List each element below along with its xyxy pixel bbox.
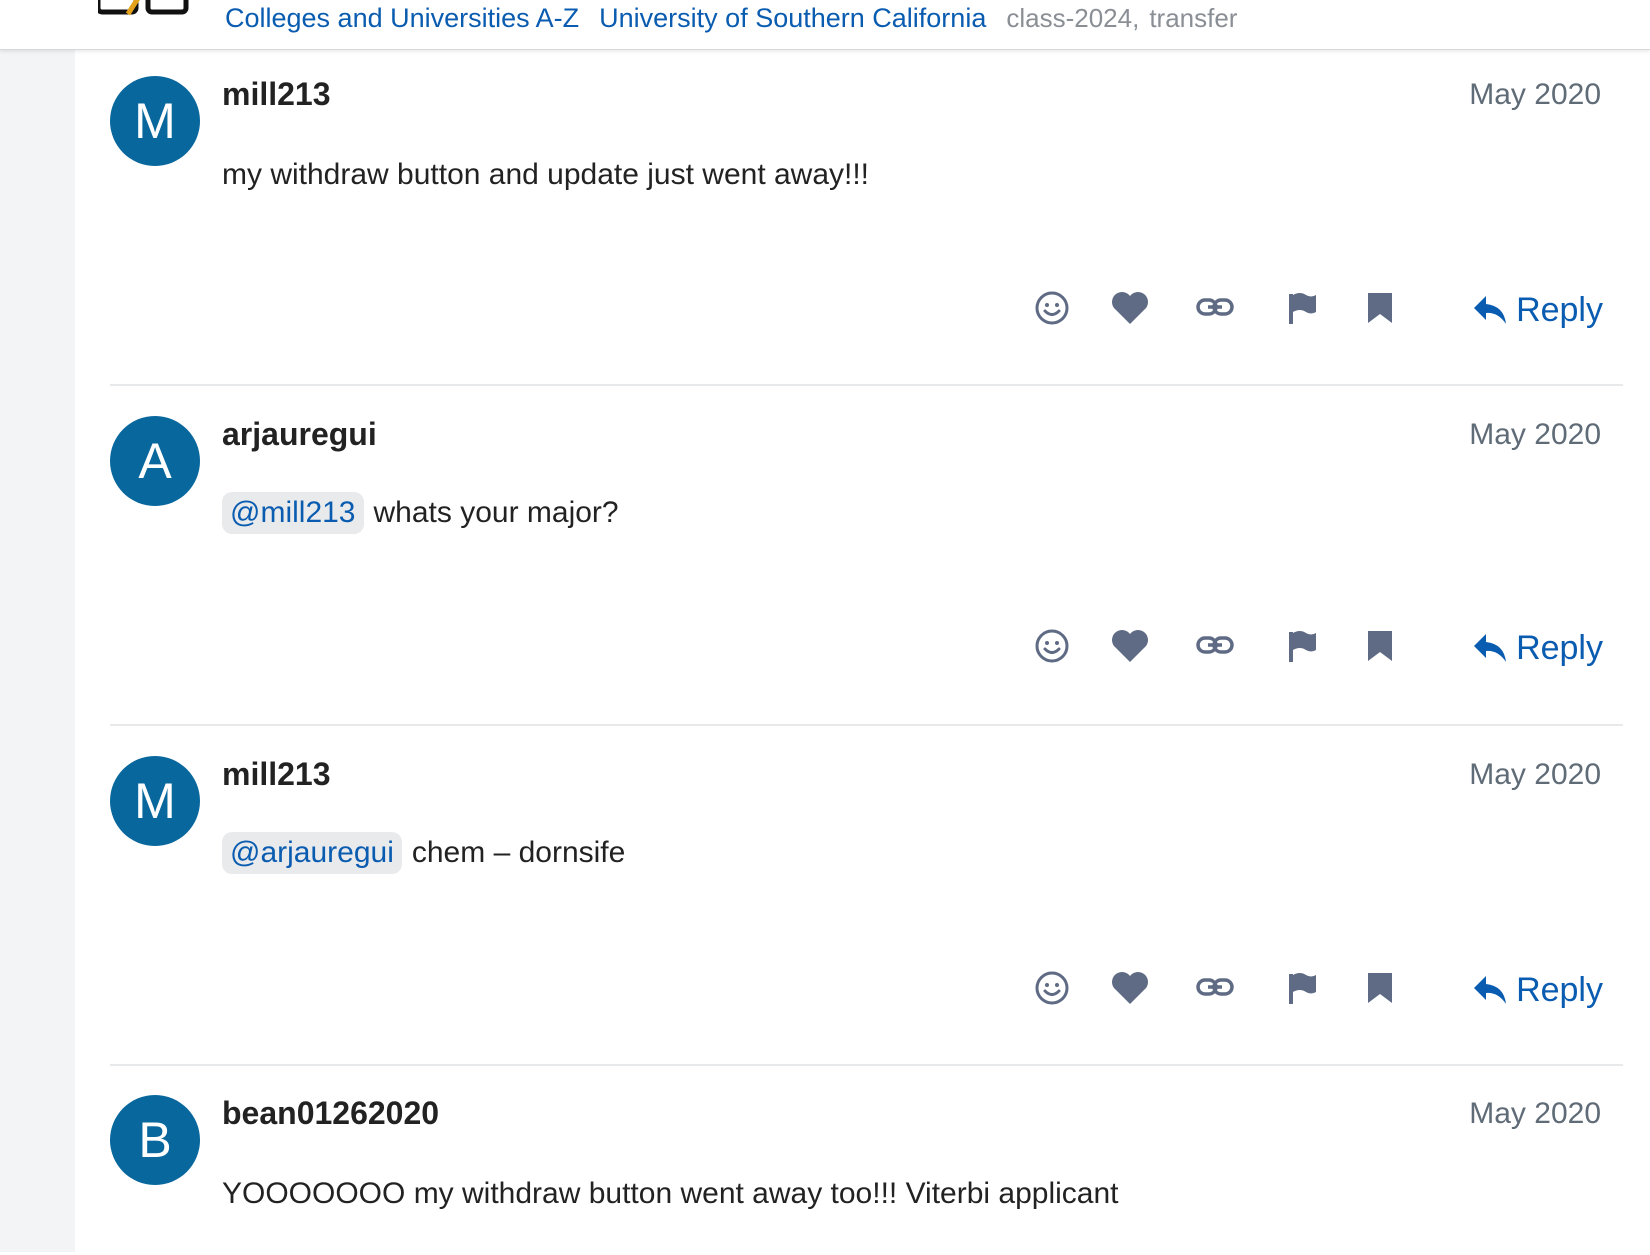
post-username[interactable]: mill213 <box>222 756 331 793</box>
post: M mill213 May 2020 @arjauregui chem – do… <box>110 756 1623 1066</box>
flag-icon <box>1289 631 1316 662</box>
copy-link-button[interactable] <box>1193 624 1237 668</box>
like-button[interactable] <box>1108 286 1152 330</box>
link-icon <box>1196 298 1234 316</box>
avatar[interactable]: M <box>110 76 200 166</box>
bookmark-icon <box>1368 631 1392 661</box>
flag-button[interactable] <box>1280 624 1324 668</box>
post-actions: Reply <box>110 286 1623 336</box>
flag-button[interactable] <box>1280 286 1324 330</box>
reply-label: Reply <box>1516 628 1603 667</box>
post: A arjauregui May 2020 @mill213 whats you… <box>110 416 1623 726</box>
emoji-icon <box>1035 291 1069 325</box>
emoji-icon <box>1035 971 1069 1005</box>
tag-separator: , <box>1132 2 1140 33</box>
breadcrumb-link-colleges[interactable]: Colleges and Universities A-Z <box>225 3 579 34</box>
like-button[interactable] <box>1108 966 1152 1010</box>
post: M mill213 May 2020 my withdraw button an… <box>110 76 1623 386</box>
bookmark-icon <box>1368 973 1392 1003</box>
post-username[interactable]: bean01262020 <box>222 1095 439 1132</box>
flag-button[interactable] <box>1280 966 1324 1010</box>
reply-button[interactable]: Reply <box>1472 288 1603 332</box>
reply-icon <box>1474 634 1507 662</box>
post-actions: Reply <box>110 624 1623 674</box>
site-logo[interactable] <box>98 0 190 16</box>
heart-icon <box>1112 972 1148 1004</box>
bookmark-icon <box>1368 293 1392 323</box>
post-body: my withdraw button and update just went … <box>222 158 869 192</box>
copy-link-button[interactable] <box>1193 966 1237 1010</box>
post-date[interactable]: May 2020 <box>1469 418 1601 452</box>
post-text: chem – dornsife <box>411 836 626 869</box>
post-body: @mill213 whats your major? <box>222 492 619 534</box>
tag-transfer[interactable]: transfer <box>1149 3 1237 34</box>
copy-link-button[interactable] <box>1193 286 1237 330</box>
flag-icon <box>1289 293 1316 324</box>
post-text: my withdraw button and update just went … <box>222 158 870 191</box>
heart-icon <box>1112 630 1148 662</box>
reply-icon <box>1474 976 1507 1004</box>
post-actions: Reply <box>110 966 1623 1016</box>
user-mention[interactable]: @arjauregui <box>222 832 402 874</box>
user-mention[interactable]: @mill213 <box>222 492 364 534</box>
left-gutter <box>0 50 75 1252</box>
reply-button[interactable]: Reply <box>1472 626 1603 670</box>
tag-class-2024[interactable]: class-2024 <box>1006 3 1132 34</box>
reply-button[interactable]: Reply <box>1472 968 1603 1012</box>
post-date[interactable]: May 2020 <box>1469 1097 1601 1131</box>
avatar[interactable]: M <box>110 756 200 846</box>
avatar[interactable]: B <box>110 1095 200 1185</box>
post-username[interactable]: arjauregui <box>222 416 377 453</box>
flag-icon <box>1289 973 1316 1004</box>
post-date[interactable]: May 2020 <box>1469 78 1601 112</box>
reply-label: Reply <box>1516 290 1603 329</box>
emoji-icon <box>1035 629 1069 663</box>
bookmark-button[interactable] <box>1358 624 1402 668</box>
link-icon <box>1196 636 1234 654</box>
emoji-reaction-button[interactable] <box>1030 286 1074 330</box>
post-date[interactable]: May 2020 <box>1469 758 1601 792</box>
post: B bean01262020 May 2020 YOOOOOOO my with… <box>110 1095 1623 1255</box>
heart-icon <box>1112 292 1148 324</box>
reply-icon <box>1474 296 1507 324</box>
post-body: @arjauregui chem – dornsife <box>222 832 625 874</box>
post-username[interactable]: mill213 <box>222 76 331 113</box>
post-text: YOOOOOOO my withdraw button went away to… <box>222 1177 1119 1210</box>
avatar[interactable]: A <box>110 416 200 506</box>
bookmark-button[interactable] <box>1358 286 1402 330</box>
breadcrumb-link-usc[interactable]: University of Southern California <box>599 3 986 34</box>
breadcrumb: Colleges and Universities A-Z University… <box>225 3 1237 33</box>
emoji-reaction-button[interactable] <box>1030 966 1074 1010</box>
site-header: Colleges and Universities A-Z University… <box>0 0 1650 50</box>
post-text: whats your major? <box>373 496 619 529</box>
like-button[interactable] <box>1108 624 1152 668</box>
link-icon <box>1196 978 1234 996</box>
post-body: YOOOOOOO my withdraw button went away to… <box>222 1177 1119 1211</box>
bookmark-button[interactable] <box>1358 966 1402 1010</box>
emoji-reaction-button[interactable] <box>1030 624 1074 668</box>
reply-label: Reply <box>1516 970 1603 1009</box>
